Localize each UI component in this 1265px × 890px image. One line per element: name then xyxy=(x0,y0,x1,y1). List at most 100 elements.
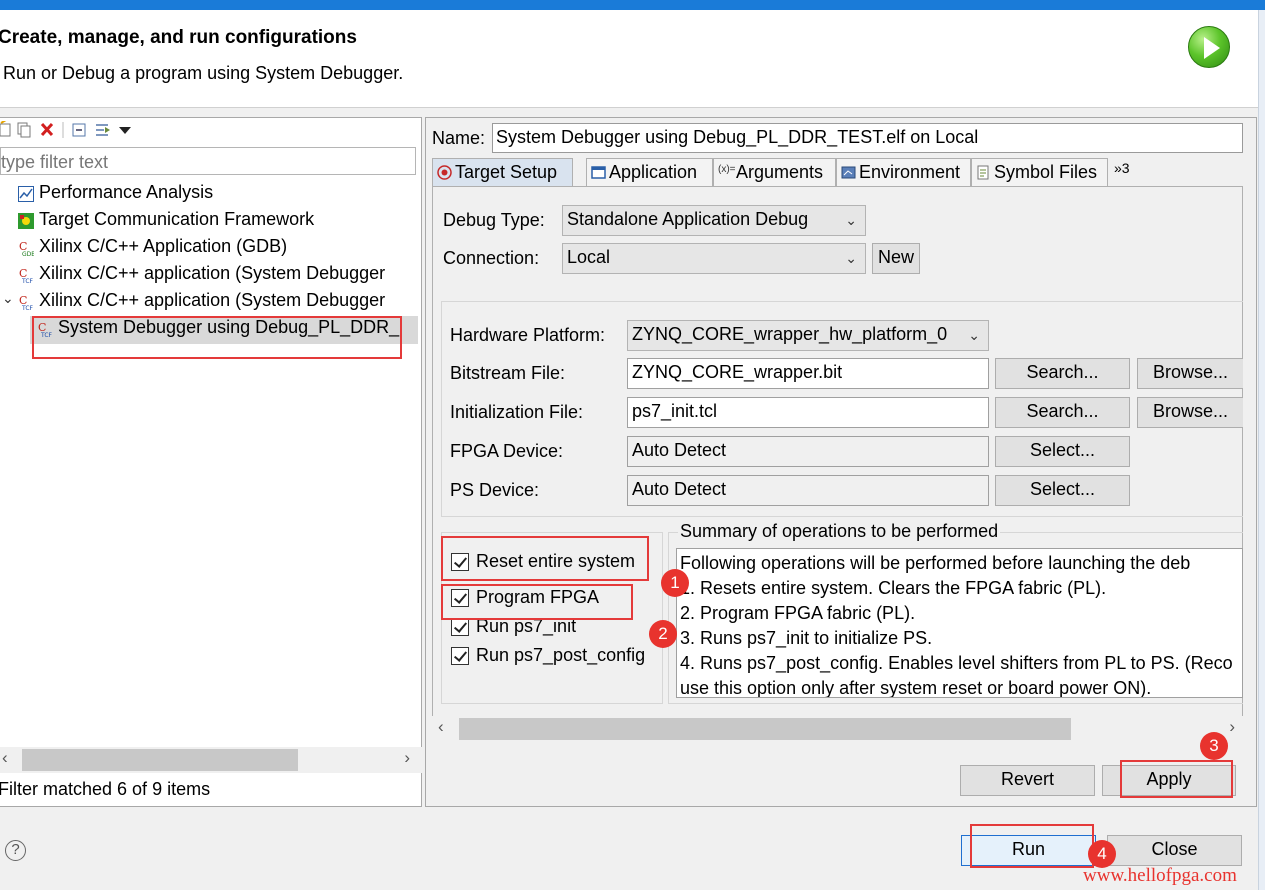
summary-line: 1. Resets entire system. Clears the FPGA… xyxy=(680,578,1107,598)
bitstream-search-button[interactable]: Search... xyxy=(995,358,1130,389)
tree-item-label: Xilinx C/C++ application (System Debugge… xyxy=(39,263,386,283)
annotation-highlight-program xyxy=(441,584,633,620)
annotation-highlight-config xyxy=(32,316,402,359)
tree-item-target-communication-framework[interactable]: Target Communication Framework xyxy=(18,209,314,230)
editor-scroll-thumb[interactable] xyxy=(459,718,1071,740)
connection-value: Local xyxy=(567,247,611,267)
bitstream-browse-button[interactable]: Browse... xyxy=(1137,358,1243,389)
chevron-down-icon: ⌄ xyxy=(845,250,857,266)
tab-label: Symbol Files xyxy=(994,162,1098,182)
debug-type-select[interactable]: Standalone Application Debug ⌄ xyxy=(562,205,866,236)
connection-select[interactable]: Local ⌄ xyxy=(562,243,866,274)
tcf-debug-icon: CTCF xyxy=(19,267,34,283)
debug-type-value: Standalone Application Debug xyxy=(567,209,809,229)
tree-toolbar xyxy=(0,121,131,138)
run-ps7-init-checkbox[interactable] xyxy=(451,618,469,636)
fpga-device-field: Auto Detect xyxy=(627,436,989,467)
bitstream-field[interactable]: ZYNQ_CORE_wrapper.bit xyxy=(627,358,989,389)
summary-text: Following operations will be performed b… xyxy=(676,548,1243,698)
name-label: Name: xyxy=(432,128,486,148)
collapse-all-icon[interactable] xyxy=(72,123,86,137)
config-name-input[interactable]: System Debugger using Debug_PL_DDR_TEST.… xyxy=(492,123,1243,153)
ps-device-label: PS Device: xyxy=(450,480,540,500)
header-divider xyxy=(0,107,1258,108)
performance-icon xyxy=(18,186,34,202)
bitstream-label: Bitstream File: xyxy=(450,363,566,383)
help-icon[interactable]: ? xyxy=(5,840,26,861)
tree-item-xilinx-system-debugger-2[interactable]: ⌄ C TCF Xilinx C/C++ application (System … xyxy=(0,290,385,311)
tab-label: Environment xyxy=(859,162,961,182)
gdb-icon: CGDB xyxy=(19,240,34,256)
chevron-down-icon[interactable]: ⌄ xyxy=(2,290,14,307)
window-title-bar xyxy=(0,0,1265,10)
new-config-icon[interactable] xyxy=(0,121,11,137)
annotation-badge-2: 2 xyxy=(649,620,677,648)
chevron-down-icon: ⌄ xyxy=(845,212,857,228)
summary-line: Following operations will be performed b… xyxy=(680,553,1191,573)
annotation-highlight-apply xyxy=(1120,760,1233,798)
init-browse-button[interactable]: Browse... xyxy=(1137,397,1243,428)
hardware-platform-select[interactable]: ZYNQ_CORE_wrapper_hw_platform_0 ⌄ xyxy=(627,320,989,351)
ps-device-field: Auto Detect xyxy=(627,475,989,506)
summary-line: 3. Runs ps7_init to initialize PS. xyxy=(680,628,933,648)
application-icon xyxy=(591,166,606,179)
dialog-subtitle: Run or Debug a program using System Debu… xyxy=(3,63,404,83)
svg-text:TCF: TCF xyxy=(21,305,34,310)
tab-label: Target Setup xyxy=(455,162,558,182)
tree-item-label: Xilinx C/C++ application (System Debugge… xyxy=(39,290,386,310)
delete-icon[interactable] xyxy=(40,122,54,137)
scroll-right-icon[interactable]: › xyxy=(1229,717,1235,737)
fpga-device-select-button[interactable]: Select... xyxy=(995,436,1130,467)
annotation-badge-4: 4 xyxy=(1088,840,1116,868)
config-tabs: Target Setup Application (x)= Arguments … xyxy=(432,158,1243,186)
tab-label: Application xyxy=(609,162,698,182)
filter-input[interactable] xyxy=(0,147,416,175)
run-ps7-post-config-checkbox[interactable] xyxy=(451,647,469,665)
init-label: Initialization File: xyxy=(450,402,584,422)
dialog-title: Create, manage, and run configurations xyxy=(0,27,357,48)
tree-item-performance-analysis[interactable]: Performance Analysis xyxy=(18,182,213,203)
chevron-down-icon: ⌄ xyxy=(968,327,980,343)
watermark: www.hellofpga.com xyxy=(1083,865,1237,886)
symbol-files-icon xyxy=(977,165,989,180)
tree-item-xilinx-system-debugger-1[interactable]: C TCF Xilinx C/C++ application (System De… xyxy=(18,263,385,284)
tree-scroll-thumb[interactable] xyxy=(22,749,298,771)
duplicate-icon[interactable] xyxy=(17,122,31,138)
scroll-right-icon[interactable]: › xyxy=(404,748,410,768)
filter-icon[interactable] xyxy=(96,124,110,136)
revert-button[interactable]: Revert xyxy=(960,765,1095,796)
init-search-button[interactable]: Search... xyxy=(995,397,1130,428)
annotation-badge-3: 3 xyxy=(1200,732,1228,760)
close-button[interactable]: Close xyxy=(1107,835,1242,866)
scroll-left-icon[interactable]: ‹ xyxy=(2,748,8,768)
summary-line: 2. Program FPGA fabric (PL). xyxy=(680,603,916,623)
svg-text:GDB: GDB xyxy=(22,251,34,256)
scroll-left-icon[interactable]: ‹ xyxy=(438,717,444,737)
dialog-header xyxy=(0,10,1258,108)
new-connection-button[interactable]: New xyxy=(872,243,920,274)
hardware-platform-label: Hardware Platform: xyxy=(450,325,606,345)
tree-item-label: Xilinx C/C++ Application (GDB) xyxy=(39,236,288,256)
tree-item-label: Target Communication Framework xyxy=(39,209,315,229)
summary-title: Summary of operations to be performed xyxy=(678,521,1001,542)
view-menu-icon[interactable] xyxy=(119,127,131,134)
tab-label: Arguments xyxy=(736,162,824,182)
annotation-highlight-run xyxy=(970,824,1094,868)
window-edge xyxy=(1258,10,1265,890)
svg-text:TCF: TCF xyxy=(21,278,34,283)
tab-environment[interactable]: Environment xyxy=(836,158,971,186)
ps-device-select-button[interactable]: Select... xyxy=(995,475,1130,506)
tab-application[interactable]: Application xyxy=(586,158,713,186)
debug-type-label: Debug Type: xyxy=(443,210,545,230)
tab-symbol-files[interactable]: Symbol Files xyxy=(971,158,1108,186)
hardware-platform-value: ZYNQ_CORE_wrapper_hw_platform_0 xyxy=(632,324,948,344)
init-field[interactable]: ps7_init.tcl xyxy=(627,397,989,428)
run-ps7-post-config-label: Run ps7_post_config xyxy=(476,645,646,665)
tree-item-xilinx-gdb[interactable]: C GDB Xilinx C/C++ Application (GDB) xyxy=(18,236,287,257)
tab-target-setup[interactable]: Target Setup xyxy=(432,158,573,186)
tree-item-label: Performance Analysis xyxy=(39,182,214,202)
run-banner-icon xyxy=(1188,26,1230,68)
tab-arguments[interactable]: (x)= Arguments xyxy=(713,158,836,186)
tab-overflow-button[interactable]: »3 xyxy=(1114,160,1130,176)
annotation-badge-1: 1 xyxy=(661,569,689,597)
